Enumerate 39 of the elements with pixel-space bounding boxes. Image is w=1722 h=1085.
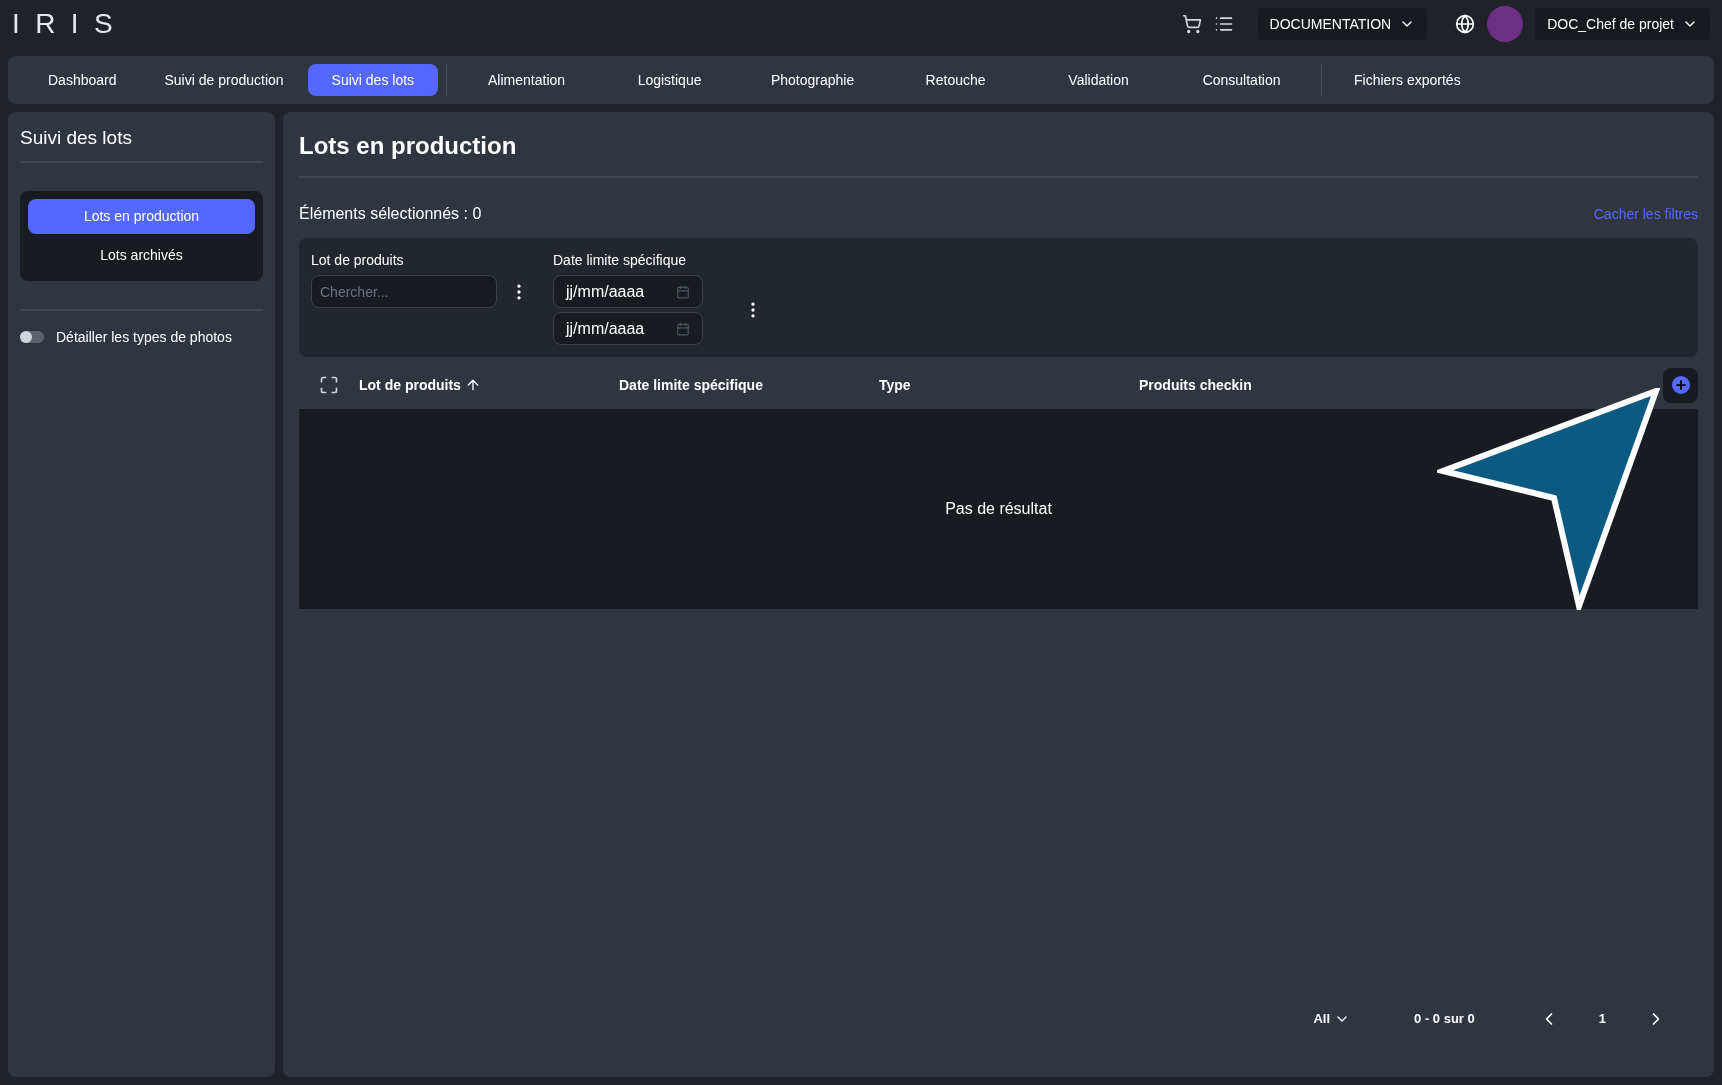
documentation-dropdown[interactable]: DOCUMENTATION	[1257, 8, 1428, 40]
filter-label: Lot de produits	[311, 251, 405, 270]
app-logo: IRIS	[12, 7, 129, 41]
toggle-switch[interactable]	[20, 331, 44, 343]
date-field[interactable]: jj/mm/aaaa	[553, 275, 703, 308]
selection-count: Éléments sélectionnés : 0	[299, 203, 482, 224]
nav-tab[interactable]: Retouche	[884, 64, 1028, 96]
column-header[interactable]: Type	[879, 374, 911, 396]
nav-tab[interactable]: Consultation	[1170, 64, 1314, 96]
rows-per-page-dropdown[interactable]: All	[1313, 1009, 1351, 1029]
add-column-button[interactable]	[1663, 367, 1698, 403]
column-header[interactable]: Date limite spécifique	[619, 374, 763, 396]
plus-icon	[1673, 378, 1688, 392]
nav-tab[interactable]: Dashboard	[24, 64, 141, 96]
page-number[interactable]: 1	[1598, 1009, 1606, 1029]
expand-icon[interactable]	[319, 375, 339, 395]
column-header[interactable]: Lot de produits	[359, 374, 481, 396]
nav-tab[interactable]: Suivi des lots	[307, 64, 439, 96]
list-icon[interactable]	[1213, 14, 1234, 34]
nav-tab[interactable]: Photographie	[741, 64, 885, 96]
search-field[interactable]: Chercher...	[311, 275, 497, 308]
sidebar-item[interactable]: Lots archivés	[28, 237, 255, 273]
cart-icon[interactable]	[1181, 14, 1202, 34]
toggle-label: Détailler les types de photos	[56, 327, 232, 347]
nav-tab[interactable]: Validation	[1027, 64, 1171, 96]
empty-message: Pas de résultat	[945, 499, 1052, 519]
filter-label: Date limite spécifique	[553, 251, 688, 270]
pagination-range: 0 - 0 sur 0	[1414, 1010, 1475, 1029]
column-header[interactable]: Produits checkin	[1139, 374, 1252, 396]
language-icon[interactable]	[1455, 14, 1476, 34]
date-field[interactable]: jj/mm/aaaa	[553, 312, 703, 345]
nav-tab[interactable]: Suivi de production	[140, 64, 308, 96]
sidebar-title: Suivi des lots	[20, 126, 133, 150]
page-title: Lots en production	[299, 131, 518, 161]
user-dropdown[interactable]: DOC_Chef de projet	[1535, 8, 1710, 40]
nav-tab[interactable]: Logistique	[598, 64, 742, 96]
sidebar-item[interactable]: Lots en production	[28, 198, 255, 234]
nav-tab[interactable]: Alimentation	[455, 64, 599, 96]
nav-tab[interactable]: Fichiers exportés	[1330, 64, 1485, 96]
